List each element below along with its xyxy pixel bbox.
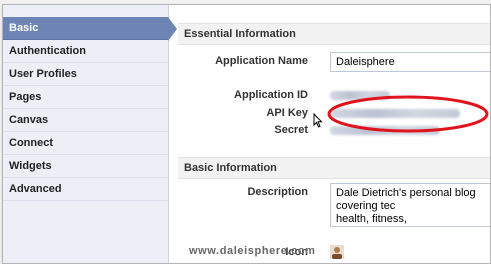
sidebar-item-label: Connect (9, 137, 53, 149)
sidebar-item-label: User Profiles (9, 68, 77, 80)
sidebar-item-canvas[interactable]: Canvas (3, 109, 168, 132)
sidebar-item-label: Advanced (9, 183, 62, 195)
app-icon-image[interactable] (330, 245, 344, 259)
site-watermark: www.daleisphere.com (189, 245, 316, 257)
sidebar-item-label: Widgets (9, 160, 52, 172)
app-settings-window: Basic Authentication User Profiles Pages… (2, 4, 491, 264)
sidebar-item-basic[interactable]: Basic (3, 17, 177, 41)
sidebar-item-advanced[interactable]: Advanced (3, 178, 168, 201)
section-header-basic: Basic Information (178, 157, 490, 179)
sidebar-item-authentication[interactable]: Authentication (3, 40, 168, 63)
person-avatar-icon (330, 245, 344, 259)
sidebar-item-label: Authentication (9, 45, 86, 57)
sidebar-item-label: Pages (9, 91, 42, 103)
sidebar-item-widgets[interactable]: Widgets (3, 155, 168, 178)
description-label: Description (247, 186, 308, 198)
secret-label: Secret (274, 124, 308, 136)
application-id-label: Application ID (234, 89, 308, 101)
active-arrow-icon (168, 17, 177, 41)
sidebar-item-user-profiles[interactable]: User Profiles (3, 63, 168, 86)
settings-sidebar: Basic Authentication User Profiles Pages… (3, 5, 177, 263)
sidebar-item-label: Canvas (9, 114, 49, 126)
application-name-input[interactable] (330, 52, 490, 72)
application-name-label: Application Name (215, 55, 308, 67)
section-header-essential: Essential Information (178, 23, 490, 45)
description-textarea[interactable]: Dale Dietrich's personal blog covering t… (330, 183, 490, 227)
sidebar-item-connect[interactable]: Connect (3, 132, 168, 155)
sidebar-item-label: Basic (9, 22, 39, 34)
mouse-cursor-icon (313, 113, 323, 128)
sidebar-item-pages[interactable]: Pages (3, 86, 168, 109)
api-key-label: API Key (266, 107, 308, 119)
highlight-ellipse-annotation (327, 95, 489, 133)
